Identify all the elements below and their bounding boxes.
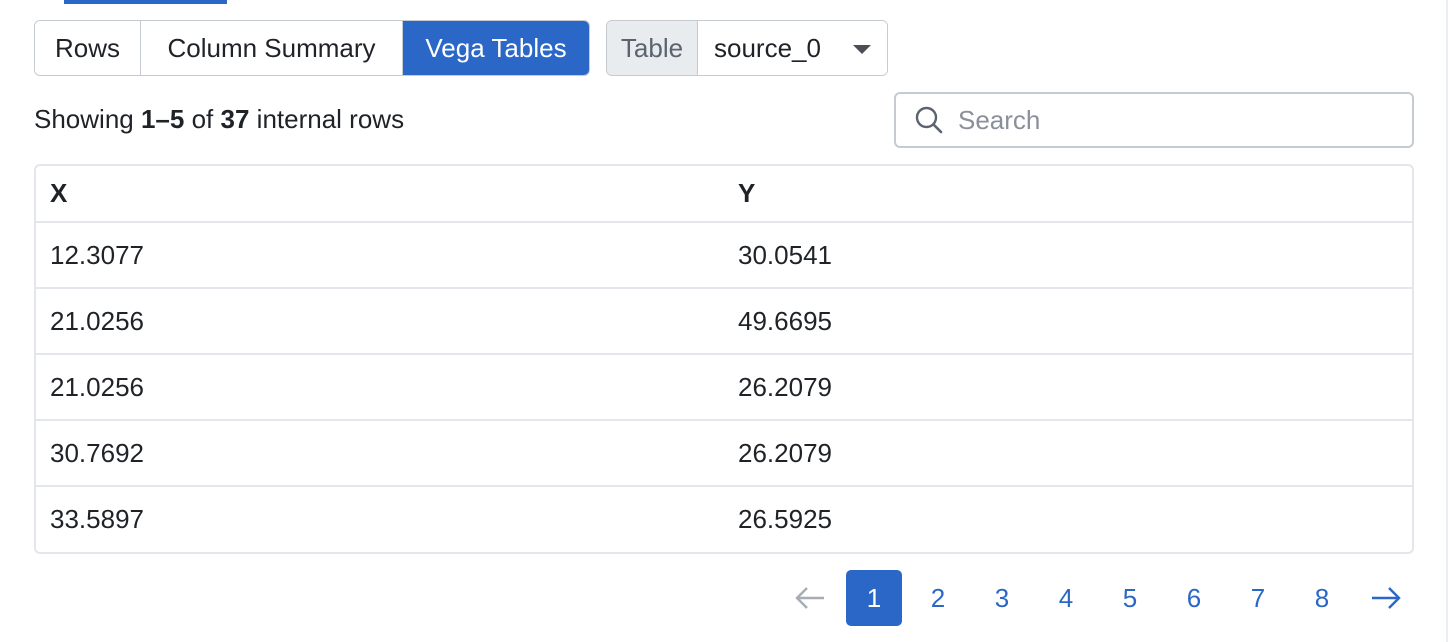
next-page-button[interactable]: [1354, 570, 1418, 626]
prev-page-button[interactable]: [778, 570, 842, 626]
table-cell: 49.6695: [724, 288, 1412, 355]
status-prefix: Showing: [34, 104, 134, 134]
page-button-2[interactable]: 2: [906, 570, 970, 626]
table-selector-label: Table: [607, 21, 698, 75]
tab-column-summary[interactable]: Column Summary: [141, 21, 403, 75]
table-row: 30.7692 26.2079: [36, 420, 1412, 487]
chevron-down-icon: [853, 45, 871, 54]
column-header-y[interactable]: Y: [724, 166, 1412, 223]
search-box: [894, 92, 1414, 148]
column-header-x[interactable]: X: [36, 166, 724, 223]
active-tab-indicator: [64, 0, 227, 4]
table-cell: 21.0256: [36, 288, 724, 355]
data-table-panel: Rows Column Summary Vega Tables Table so…: [0, 0, 1448, 642]
view-tabs: Rows Column Summary Vega Tables: [34, 20, 590, 76]
status-suffix: internal rows: [256, 104, 405, 134]
page-button-8[interactable]: 8: [1290, 570, 1354, 626]
search-icon: [915, 106, 943, 134]
page-button-6[interactable]: 6: [1162, 570, 1226, 626]
table-cell: 26.2079: [724, 420, 1412, 487]
table-row: 21.0256 49.6695: [36, 288, 1412, 355]
status-of: of: [191, 104, 214, 134]
table-cell: 30.0541: [724, 222, 1412, 289]
page-button-3[interactable]: 3: [970, 570, 1034, 626]
data-table: X Y 12.3077 30.0541 21.0256 49.6695 21.0…: [34, 164, 1414, 554]
tab-rows[interactable]: Rows: [35, 21, 141, 75]
tab-vega-tables[interactable]: Vega Tables: [403, 21, 589, 75]
table-select-dropdown[interactable]: source_0: [698, 21, 887, 75]
table-selector: Table source_0: [606, 20, 888, 76]
table-row: 12.3077 30.0541: [36, 222, 1412, 289]
table-row: 21.0256 26.2079: [36, 354, 1412, 421]
status-total: 37: [220, 104, 250, 134]
table-cell: 30.7692: [36, 420, 724, 487]
table-cell: 12.3077: [36, 222, 724, 289]
page-button-4[interactable]: 4: [1034, 570, 1098, 626]
table-cell: 26.2079: [724, 354, 1412, 421]
page-button-1[interactable]: 1: [846, 570, 902, 626]
status-range: 1–5: [140, 104, 185, 134]
row-count-status: Showing 1–5 of 37 internal rows: [34, 104, 404, 135]
table-header-row: X Y: [36, 166, 1412, 223]
search-input[interactable]: [958, 104, 1398, 136]
table-cell: 21.0256: [36, 354, 724, 421]
table-row: 33.5897 26.5925: [36, 486, 1412, 552]
table-cell: 26.5925: [738, 504, 832, 534]
arrow-left-icon: [795, 587, 824, 609]
table-cell: 33.5897: [50, 504, 144, 534]
pagination: 1 2 3 4 5 6 7 8: [778, 570, 1418, 626]
page-button-7[interactable]: 7: [1226, 570, 1290, 626]
arrow-right-icon: [1372, 587, 1401, 609]
table-select-value: source_0: [714, 32, 821, 63]
page-button-5[interactable]: 5: [1098, 570, 1162, 626]
